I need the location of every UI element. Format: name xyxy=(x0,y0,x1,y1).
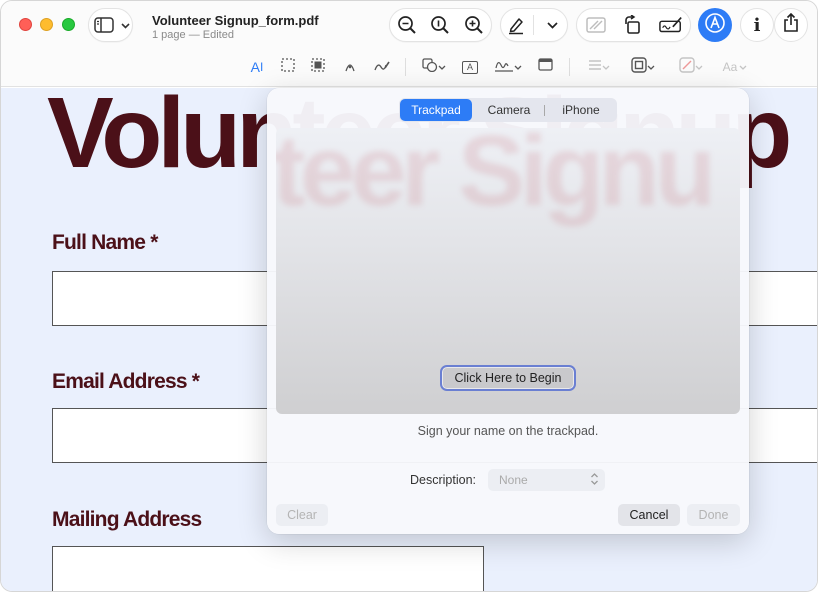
tab-iphone[interactable]: iPhone xyxy=(546,99,616,121)
edit-controls xyxy=(576,8,691,42)
text-selection-tool[interactable]: AI xyxy=(249,58,265,76)
signature-icon xyxy=(494,57,514,78)
zoom-controls xyxy=(389,8,492,42)
chevron-down-icon xyxy=(120,16,130,34)
close-window-button[interactable] xyxy=(19,18,32,31)
draw-icon xyxy=(374,58,390,77)
highlight-pen-icon[interactable] xyxy=(504,13,528,37)
rotate-icon[interactable] xyxy=(621,13,645,37)
chevron-down-icon xyxy=(514,58,522,76)
share-button[interactable] xyxy=(774,8,808,42)
sidebar-toggle-button[interactable] xyxy=(88,8,133,42)
select-arrows-icon xyxy=(590,472,599,489)
signature-source-tabs: Trackpad Camera iPhone xyxy=(399,98,617,122)
font-icon: Aa xyxy=(722,60,738,74)
zoom-window-button[interactable] xyxy=(62,18,75,31)
fill-color-tool xyxy=(675,56,707,78)
line-style-tool xyxy=(585,58,613,76)
border-color-icon xyxy=(631,56,647,78)
text-style-tool: Aa xyxy=(720,58,750,76)
info-icon: i xyxy=(753,14,761,36)
field-label-mailing-address: Mailing Address xyxy=(52,508,202,531)
mailing-address-field[interactable] xyxy=(52,546,484,591)
share-icon xyxy=(783,12,799,38)
background-blur: teer Signu xyxy=(276,128,716,227)
titlebar: Volunteer Signup_form.pdf 1 page — Edite… xyxy=(1,1,817,87)
sketch-icon xyxy=(343,58,357,77)
document-title: Volunteer Signup_form.pdf xyxy=(152,13,319,28)
text-selection-icon: A xyxy=(250,59,260,75)
signature-tool[interactable] xyxy=(493,58,523,76)
field-label-email: Email Address * xyxy=(52,370,200,393)
zoom-actual-size-icon[interactable] xyxy=(428,13,452,37)
zoom-in-icon[interactable] xyxy=(462,13,486,37)
sketch-tool[interactable] xyxy=(342,58,358,76)
draw-tool[interactable] xyxy=(373,58,391,76)
rectangular-selection-tool[interactable] xyxy=(280,57,296,77)
markup-icon xyxy=(704,12,726,39)
zoom-out-icon[interactable] xyxy=(395,13,419,37)
markup-button[interactable] xyxy=(698,8,732,42)
cancel-button[interactable]: Cancel xyxy=(618,504,680,526)
minimize-window-button[interactable] xyxy=(40,18,53,31)
signature-popover: Trackpad Camera iPhone teer Signu Click … xyxy=(267,88,749,534)
field-label-full-name: Full Name * xyxy=(52,231,158,254)
fill-color-icon xyxy=(679,56,695,78)
line-style-icon xyxy=(588,58,602,76)
info-button[interactable]: i xyxy=(740,8,774,42)
redact-tool[interactable] xyxy=(310,57,326,77)
window-icon xyxy=(537,58,553,76)
shapes-icon xyxy=(422,57,438,77)
redact-icon[interactable] xyxy=(584,13,608,37)
description-label: Description: xyxy=(410,473,476,487)
chevron-down-icon[interactable] xyxy=(540,13,564,37)
description-select[interactable]: None xyxy=(488,469,605,491)
chevron-down-icon xyxy=(438,58,446,76)
chevron-down-icon xyxy=(695,58,703,76)
click-to-begin-button[interactable]: Click Here to Begin xyxy=(440,365,576,391)
preview-window: Volunteer Signup_form.pdf 1 page — Edite… xyxy=(0,0,818,592)
text-box-icon: A xyxy=(462,60,478,74)
tab-camera[interactable]: Camera xyxy=(476,99,542,121)
sign-icon[interactable] xyxy=(659,13,683,37)
signature-capture-area[interactable]: teer Signu Click Here to Begin xyxy=(276,128,740,414)
sidebar-icon xyxy=(92,13,116,37)
form-filling-tool[interactable] xyxy=(537,58,553,76)
text-box-tool[interactable]: A xyxy=(461,58,479,76)
signature-hint: Sign your name on the trackpad. xyxy=(417,424,599,438)
description-value: None xyxy=(499,473,528,487)
clear-button[interactable]: Clear xyxy=(276,504,328,526)
document-subtitle: 1 page — Edited xyxy=(152,29,234,41)
redact-box-icon xyxy=(311,57,325,77)
border-color-tool[interactable] xyxy=(627,56,659,78)
highlight-controls xyxy=(500,8,568,42)
chevron-down-icon xyxy=(602,58,610,76)
tab-trackpad[interactable]: Trackpad xyxy=(400,99,472,121)
chevron-down-icon xyxy=(647,58,655,76)
selection-rect-icon xyxy=(281,57,295,77)
done-button[interactable]: Done xyxy=(687,504,740,526)
chevron-down-icon xyxy=(739,60,747,74)
shapes-tool[interactable] xyxy=(420,57,448,77)
